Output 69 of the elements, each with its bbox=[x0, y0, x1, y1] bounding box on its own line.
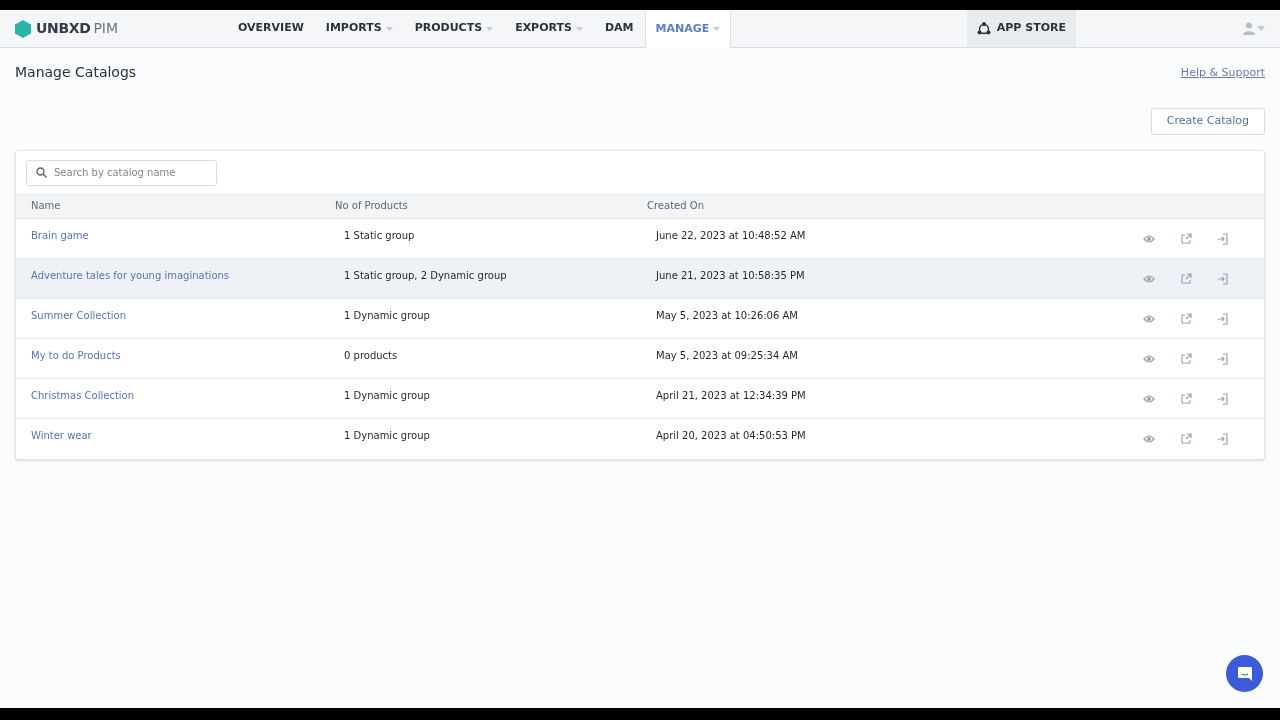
table-row[interactable]: Summer Collection 1 Dynamic group May 5, 2023 at 10:26:06 AM bbox=[16, 299, 1264, 339]
connected-nodes-icon bbox=[976, 22, 991, 35]
caret-icon bbox=[1257, 26, 1265, 31]
created-date: May 5, 2023 at 10:26:06 AM bbox=[656, 310, 798, 321]
catalog-name-link[interactable]: Brain game bbox=[31, 230, 89, 241]
user-silhouette-icon bbox=[1243, 22, 1255, 35]
external-link-icon[interactable] bbox=[1180, 313, 1192, 325]
product-count: 1 Dynamic group bbox=[344, 310, 430, 321]
sign-in-icon[interactable] bbox=[1217, 233, 1229, 245]
caret-icon bbox=[486, 26, 494, 31]
page-title: Manage Catalogs bbox=[15, 63, 137, 82]
table-row[interactable]: My to do Products 0 products May 5, 2023 at 09:25:34 AM bbox=[16, 339, 1264, 379]
app-store-link[interactable]: APP STORE bbox=[966, 10, 1076, 47]
product-count: 1 Dynamic group bbox=[344, 430, 430, 441]
table-row[interactable]: Brain game 1 Static group June 22, 2023 at 10:48:52 AM bbox=[16, 219, 1264, 259]
product-count: 1 Static group bbox=[344, 230, 415, 241]
nav-tab[interactable]: OVERVIEW bbox=[227, 10, 315, 47]
product-count: 1 Static group, 2 Dynamic group bbox=[344, 270, 507, 281]
hexagon-logo-icon bbox=[15, 19, 31, 38]
brand-name: UNBXD bbox=[36, 19, 91, 38]
catalog-name-link[interactable]: Summer Collection bbox=[31, 310, 127, 321]
catalog-name-link[interactable]: Winter wear bbox=[31, 430, 92, 441]
chat-button[interactable] bbox=[1226, 655, 1263, 692]
created-date: May 5, 2023 at 09:25:34 AM bbox=[656, 350, 798, 361]
caret-icon bbox=[575, 26, 583, 31]
external-link-icon[interactable] bbox=[1180, 273, 1192, 285]
table-row[interactable]: Christmas Collection 1 Dynamic group April 21, 2023 at 12:34:39 PM bbox=[16, 379, 1264, 419]
product-count: 1 Dynamic group bbox=[344, 390, 430, 401]
nav-tab[interactable]: EXPORTS bbox=[504, 10, 594, 47]
product-count: 0 products bbox=[344, 350, 398, 361]
catalog-name-link[interactable]: Christmas Collection bbox=[31, 390, 135, 401]
catalog-name-link[interactable]: My to do Products bbox=[31, 350, 121, 361]
help-support-link[interactable]: Help & Support bbox=[1180, 65, 1265, 82]
created-date: June 21, 2023 at 10:58:35 PM bbox=[656, 270, 805, 281]
product-name: PIM bbox=[93, 19, 119, 38]
nav-tab[interactable]: MANAGE bbox=[644, 10, 732, 48]
column-header: No of Products bbox=[335, 200, 408, 211]
create-catalog-button[interactable]: Create Catalog bbox=[1150, 108, 1265, 135]
created-date: April 21, 2023 at 12:34:39 PM bbox=[656, 390, 806, 401]
chat-bubble-icon bbox=[1236, 665, 1253, 682]
nav-tab[interactable]: PRODUCTS bbox=[403, 10, 505, 47]
column-header: Name bbox=[31, 200, 61, 211]
eye-icon[interactable] bbox=[1143, 353, 1155, 365]
external-link-icon[interactable] bbox=[1180, 353, 1192, 365]
caret-icon bbox=[385, 26, 393, 31]
external-link-icon[interactable] bbox=[1180, 433, 1192, 445]
caret-icon bbox=[713, 27, 721, 31]
catalog-name-link[interactable]: Adventure tales for young imaginations bbox=[31, 270, 230, 281]
eye-icon[interactable] bbox=[1143, 433, 1155, 445]
sign-in-icon[interactable] bbox=[1217, 353, 1229, 365]
created-date: June 22, 2023 at 10:48:52 AM bbox=[656, 230, 806, 241]
eye-icon[interactable] bbox=[1143, 393, 1155, 405]
table-row[interactable]: Winter wear 1 Dynamic group April 20, 2023 at 04:50:53 PM bbox=[16, 419, 1264, 459]
sign-in-icon[interactable] bbox=[1217, 313, 1229, 325]
created-date: April 20, 2023 at 04:50:53 PM bbox=[656, 430, 806, 441]
sign-in-icon[interactable] bbox=[1217, 273, 1229, 285]
external-link-icon[interactable] bbox=[1180, 233, 1192, 245]
eye-icon[interactable] bbox=[1143, 273, 1155, 285]
search-field[interactable]: Search by catalog name bbox=[26, 159, 217, 186]
eye-icon[interactable] bbox=[1143, 233, 1155, 245]
search-icon bbox=[36, 167, 47, 178]
sign-in-icon[interactable] bbox=[1217, 393, 1229, 405]
external-link-icon[interactable] bbox=[1180, 393, 1192, 405]
table-row[interactable]: Adventure tales for young imaginations 1 Static group, 2 Dynamic group June 21, 2023 at 10:58:35 PM bbox=[16, 259, 1264, 299]
column-header: Created On bbox=[647, 200, 704, 211]
sign-in-icon[interactable] bbox=[1217, 433, 1229, 445]
nav-tab[interactable]: IMPORTS bbox=[314, 10, 404, 47]
nav-tab[interactable]: DAM bbox=[593, 10, 645, 47]
eye-icon[interactable] bbox=[1143, 313, 1155, 325]
